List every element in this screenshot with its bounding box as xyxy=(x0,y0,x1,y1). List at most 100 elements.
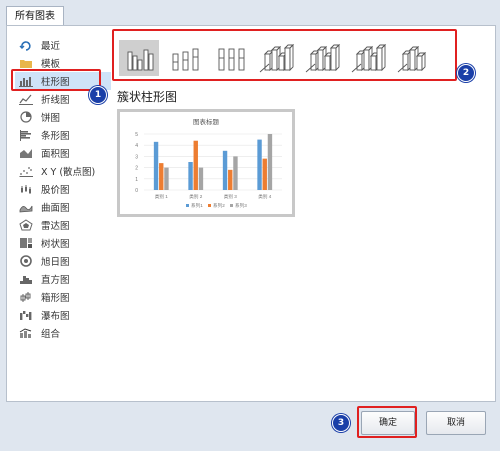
treemap-chart-icon xyxy=(19,237,33,249)
legend-label: 系列3 xyxy=(235,202,247,209)
subtype-clustered-column[interactable] xyxy=(119,40,159,76)
tab-strip: 所有图表 xyxy=(4,4,494,27)
sidebar-item-label: 组合 xyxy=(41,329,61,340)
annotation-badge-3: 3 xyxy=(332,414,350,432)
sidebar-item-recent[interactable]: 最近 xyxy=(15,36,111,54)
sidebar-item-surface-chart[interactable]: 曲面图 xyxy=(15,198,111,216)
sidebar-item-pie-chart[interactable]: 饼图 xyxy=(15,108,111,126)
bar xyxy=(188,162,193,190)
selected-subtype-title: 簇状柱形图 xyxy=(117,90,178,104)
y-tick-label: 2 xyxy=(135,166,138,172)
legend-swatch xyxy=(186,204,189,207)
sidebar-item-label: 曲面图 xyxy=(41,203,70,214)
x-tick-label: 类别 4 xyxy=(258,193,271,200)
legend-swatch xyxy=(208,204,211,207)
bar xyxy=(159,163,164,190)
stock-chart-icon xyxy=(19,183,33,195)
stacked-column-icon xyxy=(172,48,199,71)
radar-chart-icon xyxy=(19,219,33,231)
bar-chart-icon xyxy=(19,129,33,141)
scatter-chart-icon xyxy=(19,165,33,177)
legend-label: 系列1 xyxy=(191,202,203,209)
bar xyxy=(228,169,233,190)
subtype-3d-clustered-column[interactable] xyxy=(257,40,297,76)
3d-clustered-column-icon xyxy=(259,43,295,73)
sidebar-item-label: 最近 xyxy=(41,41,61,52)
sidebar-item-label: 模板 xyxy=(41,59,61,70)
tab-all-charts[interactable]: 所有图表 xyxy=(6,6,64,27)
folder-icon xyxy=(19,57,33,69)
annotation-badge-1: 1 xyxy=(89,86,107,104)
y-tick-label: 4 xyxy=(135,143,138,149)
surface-chart-icon xyxy=(19,201,33,213)
3d-stacked-column-icon xyxy=(305,43,341,73)
clustered-column-icon xyxy=(127,49,154,71)
sidebar-item-label: 瀑布图 xyxy=(41,311,70,322)
bar xyxy=(257,139,262,190)
sidebar-item-label: 折线图 xyxy=(41,95,70,106)
sidebar-item-label: 饼图 xyxy=(41,113,61,124)
bar xyxy=(233,156,238,190)
chart-preview[interactable]: 图表标题 0 1 2 3 4 5 类别 1 类别 2 类别 3 类别 4 系列1 系列2 系列3 xyxy=(117,109,295,217)
insert-chart-dialog: 所有图表 最近 模板 柱形图 折线图 饼图 条形图 面积图 X Y (散点图) 股价图 曲面图 雷达… xyxy=(0,0,500,451)
histogram-chart-icon xyxy=(19,273,33,285)
sidebar-item-stock-chart[interactable]: 股价图 xyxy=(15,180,111,198)
chart-preview-svg: 图表标题 0 1 2 3 4 5 类别 1 类别 2 类别 3 类别 4 系列1 系列2 系列3 xyxy=(135,117,282,209)
sidebar-item-scatter-chart[interactable]: X Y (散点图) xyxy=(15,162,111,180)
3d-percent-stacked-column-icon xyxy=(351,43,387,73)
ok-button[interactable]: 确定 xyxy=(361,411,415,435)
annotation-badge-2: 2 xyxy=(457,64,475,82)
box-whisker-chart-icon xyxy=(19,291,33,303)
sidebar-item-treemap-chart[interactable]: 树状图 xyxy=(15,234,111,252)
sidebar-item-box-whisker-chart[interactable]: 箱形图 xyxy=(15,288,111,306)
combo-chart-icon xyxy=(19,327,33,339)
dialog-panel: 最近 模板 柱形图 折线图 饼图 条形图 面积图 X Y (散点图) 股价图 曲面图 雷达图 树状图旭… xyxy=(6,25,496,402)
y-tick-label: 5 xyxy=(135,132,138,138)
x-tick-label: 类别 3 xyxy=(224,193,237,200)
bar xyxy=(198,167,204,190)
subtype-3d-percent-stacked-column[interactable] xyxy=(349,40,389,76)
sidebar-item-label: 雷达图 xyxy=(41,221,70,232)
sidebar-item-combo-chart[interactable]: 组合 xyxy=(15,324,111,342)
bar xyxy=(262,158,267,190)
bar xyxy=(153,141,159,190)
line-chart-icon xyxy=(19,93,33,105)
bar xyxy=(267,134,273,190)
sidebar-item-label: 箱形图 xyxy=(41,293,70,304)
bar xyxy=(193,140,198,190)
sidebar-item-waterfall-chart[interactable]: 瀑布图 xyxy=(15,306,111,324)
bar xyxy=(222,150,228,190)
bar xyxy=(164,167,169,190)
legend-swatch xyxy=(230,204,233,207)
sidebar-item-label: X Y (散点图) xyxy=(41,167,96,178)
button-bar: 3 确定 取消 xyxy=(0,400,500,451)
sidebar-item-label: 旭日图 xyxy=(41,257,70,268)
sidebar-item-label: 树状图 xyxy=(41,239,70,250)
y-tick-label: 0 xyxy=(135,188,138,194)
pie-chart-icon xyxy=(19,111,33,123)
subtype-percent-stacked-column[interactable] xyxy=(211,40,251,76)
y-tick-label: 1 xyxy=(135,177,138,183)
legend-label: 系列2 xyxy=(213,202,225,209)
sidebar-item-label: 直方图 xyxy=(41,275,70,286)
sidebar-item-label: 股价图 xyxy=(41,185,70,196)
chart-title: 图表标题 xyxy=(193,117,220,126)
sunburst-chart-icon xyxy=(19,255,33,267)
sidebar-item-area-chart[interactable]: 面积图 xyxy=(15,144,111,162)
subtype-stacked-column[interactable] xyxy=(165,40,205,76)
cancel-button[interactable]: 取消 xyxy=(426,411,486,435)
sidebar-item-label: 面积图 xyxy=(41,149,70,160)
subtype-3d-column[interactable] xyxy=(395,40,435,76)
sidebar-item-bar-chart[interactable]: 条形图 xyxy=(15,126,111,144)
subtype-3d-stacked-column[interactable] xyxy=(303,40,343,76)
sidebar-item-label: 条形图 xyxy=(41,131,70,142)
y-tick-label: 3 xyxy=(135,154,138,160)
area-chart-icon xyxy=(19,147,33,159)
sidebar-item-sunburst-chart[interactable]: 旭日图 xyxy=(15,252,111,270)
sidebar-item-radar-chart[interactable]: 雷达图 xyxy=(15,216,111,234)
percent-stacked-column-icon xyxy=(218,48,245,71)
x-tick-label: 类别 2 xyxy=(189,193,202,200)
x-tick-label: 类别 1 xyxy=(155,193,168,200)
sidebar-item-histogram-chart[interactable]: 直方图 xyxy=(15,270,111,288)
chart-subtype-gallery xyxy=(117,36,453,80)
